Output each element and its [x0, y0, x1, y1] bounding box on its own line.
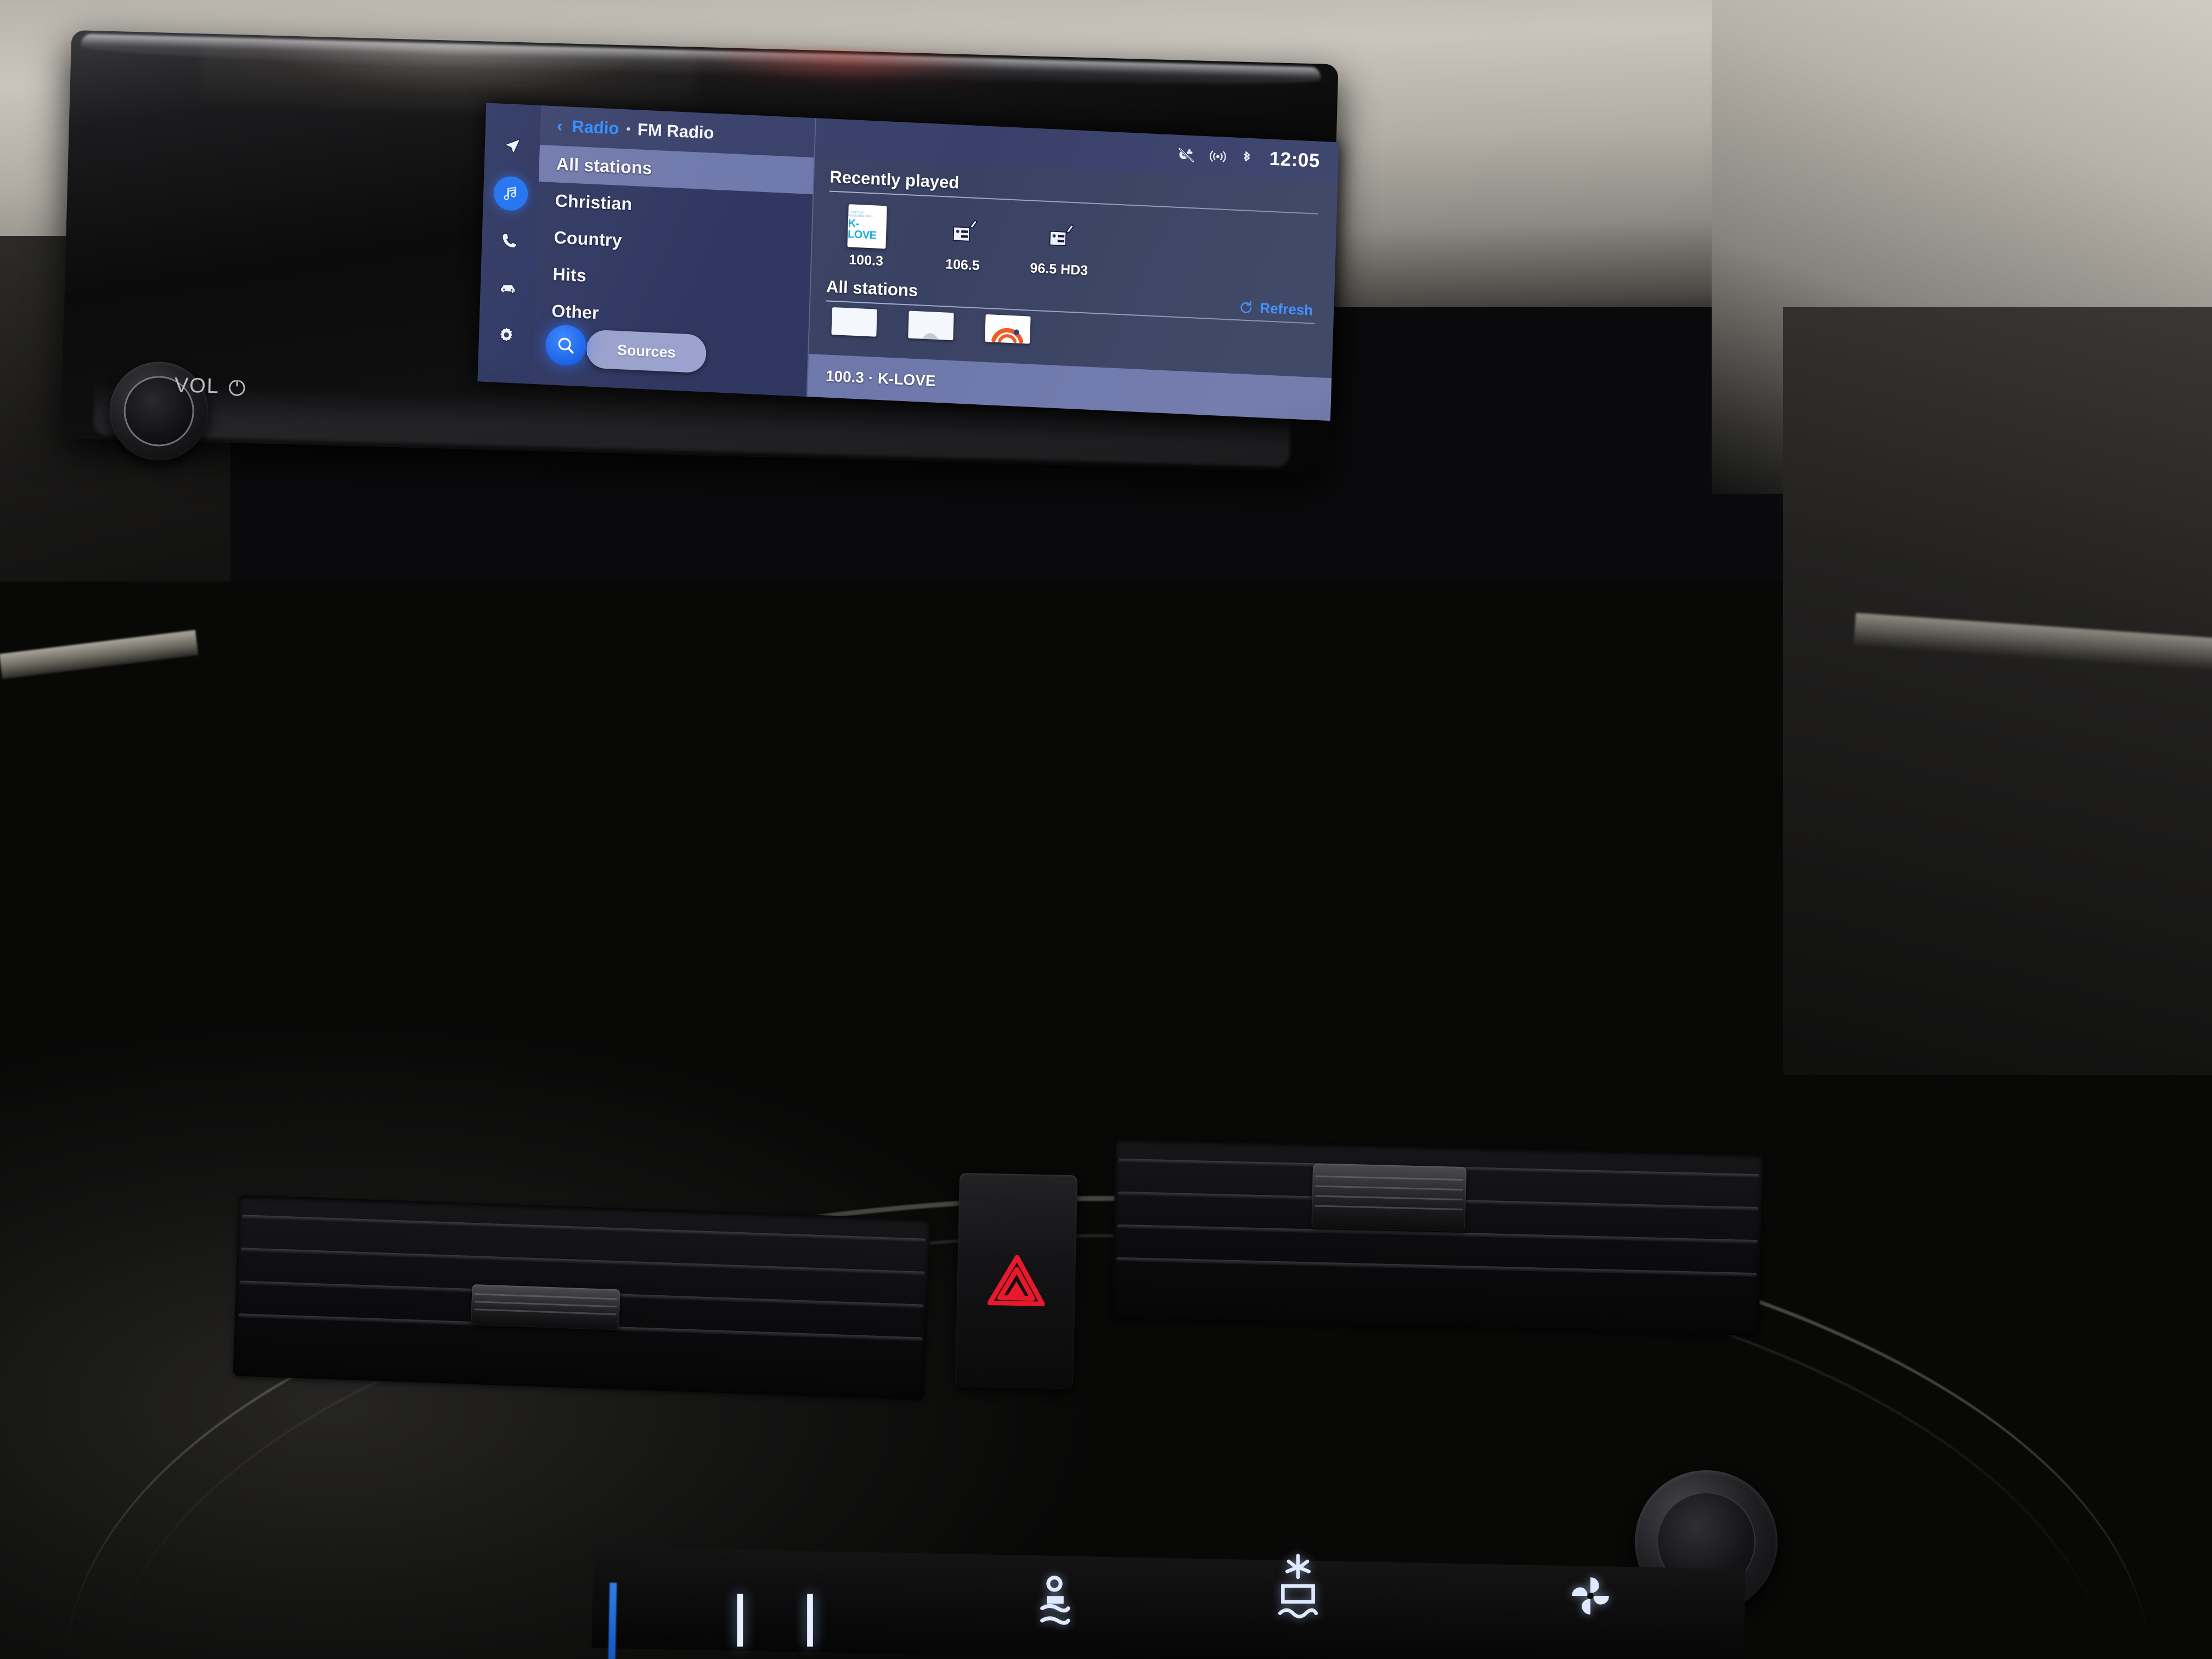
- sidebar-item-vehicle[interactable]: [479, 263, 536, 313]
- climate-accent-light: [608, 1582, 617, 1659]
- klove-logo-wordmark: K-LOVE: [847, 217, 877, 242]
- klove-logo: POSITIVE ENCOURAGING K-LOVE: [847, 204, 887, 249]
- station-tile-label: 96.5 HD3: [1030, 260, 1088, 279]
- station-tile-label: 106.5: [945, 256, 980, 274]
- refresh-label: Refresh: [1260, 300, 1313, 319]
- station-tile-label: 100.3: [848, 252, 884, 269]
- climate-temp-display: | |: [724, 1585, 830, 1647]
- air-vent-right[interactable]: [1111, 1138, 1763, 1336]
- head-unit-reflection: [201, 38, 697, 117]
- sidebar-item-phone[interactable]: [481, 216, 538, 266]
- seat-airflow-icon: [1040, 1576, 1070, 1625]
- music-note-icon: [504, 187, 517, 200]
- breadcrumb-parent[interactable]: Radio: [572, 117, 619, 139]
- fan-icon: [1572, 1577, 1609, 1615]
- chevron-left-icon[interactable]: ‹: [557, 116, 563, 136]
- dashboard-right-panel: [1783, 307, 2212, 1075]
- air-vent-left[interactable]: [233, 1195, 930, 1400]
- fan-button[interactable]: [1569, 1575, 1612, 1620]
- orange-arc-logo: [985, 314, 1031, 344]
- nav-rail: [477, 103, 541, 384]
- station-tile[interactable]: POSITIVE ENCOURAGING K-LOVE 100.3: [833, 204, 900, 270]
- hazard-triangle-icon: [987, 1255, 1045, 1307]
- hazard-light-button[interactable]: [955, 1172, 1078, 1390]
- volume-label-text: VOL: [174, 373, 220, 398]
- satellite-muted-icon: [1178, 148, 1194, 162]
- defrost-button[interactable]: [1273, 1553, 1323, 1628]
- phone-icon: [502, 233, 517, 249]
- station-logo-card[interactable]: [908, 311, 954, 341]
- car-icon: [500, 284, 516, 294]
- bluetooth-icon: [1243, 151, 1250, 162]
- sources-button[interactable]: Sources: [586, 329, 707, 374]
- defrost-icon: [1278, 1554, 1318, 1618]
- refresh-icon: [1240, 301, 1252, 313]
- station-tile[interactable]: 106.5: [930, 208, 997, 274]
- power-icon: [229, 377, 245, 396]
- head-unit-housing: VOL ‹ Radio • FM Radio All stations Chri…: [60, 30, 1339, 473]
- station-logo-card[interactable]: [831, 307, 877, 337]
- now-playing-text: 100.3 · K-LOVE: [825, 367, 936, 390]
- sidebar-item-navigation[interactable]: [484, 121, 541, 171]
- navigation-arrow-icon: [504, 139, 521, 154]
- station-logo-card[interactable]: [985, 314, 1031, 344]
- seat-airflow-button[interactable]: [1031, 1575, 1077, 1639]
- gear-icon: [500, 327, 514, 342]
- breadcrumb-current: FM Radio: [637, 120, 715, 143]
- all-stations-title: All stations: [826, 276, 918, 301]
- dashboard-scene: VOL ‹ Radio • FM Radio All stations Chri…: [0, 0, 2212, 1659]
- media-active-indicator: [493, 176, 529, 212]
- blank-logo: [908, 311, 954, 341]
- vent-knob-right[interactable]: [1311, 1163, 1467, 1232]
- broadcast-icon: [1210, 150, 1226, 162]
- sidebar-item-media[interactable]: [483, 168, 539, 218]
- clock: 12:05: [1269, 148, 1321, 172]
- recently-played-title: Recently played: [829, 167, 960, 193]
- breadcrumb-separator: •: [626, 122, 631, 136]
- radio-icon: [952, 219, 978, 242]
- volume-power-label: VOL: [174, 369, 285, 404]
- radio-icon: [1049, 224, 1074, 246]
- radio-icon-wrap: [944, 208, 983, 253]
- content-panel: 12:05 Recently played POSITIVE ENCOURAGI…: [806, 118, 1339, 421]
- vent-knob-left[interactable]: [471, 1284, 620, 1330]
- radio-icon-wrap: [1040, 213, 1080, 257]
- search-icon: [558, 337, 574, 354]
- breadcrumb: ‹ Radio • FM Radio: [557, 116, 715, 143]
- refresh-button[interactable]: Refresh: [1239, 298, 1313, 319]
- infotainment-screen[interactable]: ‹ Radio • FM Radio All stations Christia…: [477, 103, 1339, 421]
- sidebar-item-settings[interactable]: [478, 310, 535, 360]
- category-list-panel: ‹ Radio • FM Radio All stations Christia…: [532, 105, 815, 397]
- station-tile[interactable]: 96.5 HD3: [1026, 212, 1093, 279]
